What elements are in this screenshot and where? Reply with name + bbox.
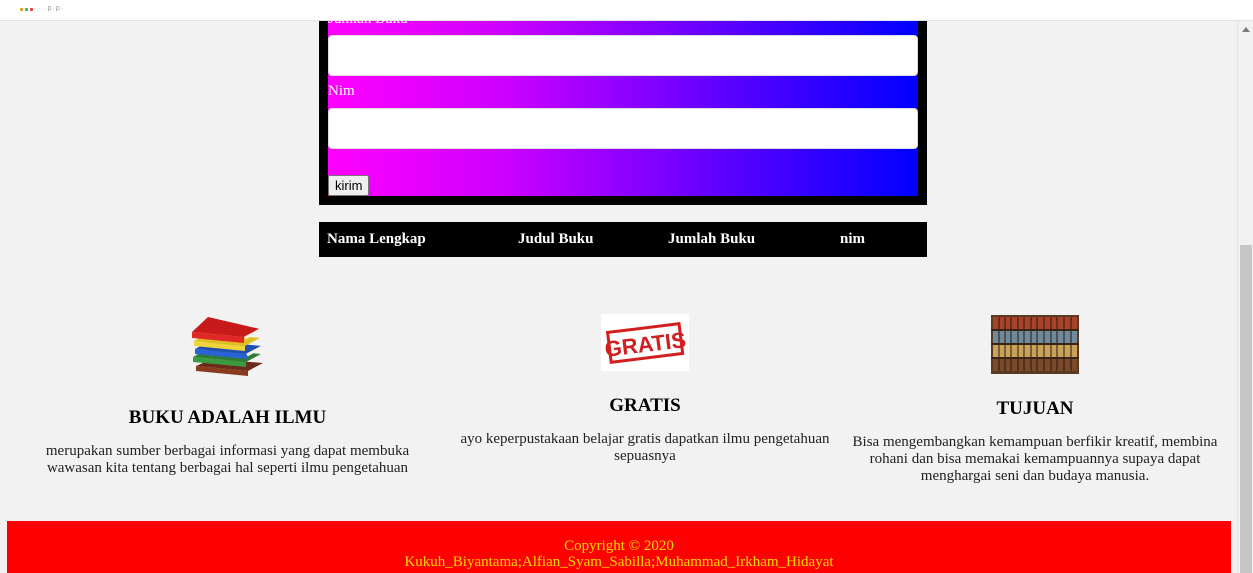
form-gradient-panel: Jumlah Buku Nim kirim <box>328 11 918 196</box>
scrollbar-thumb[interactable] <box>1240 245 1252 573</box>
jumlah-buku-input[interactable] <box>328 35 918 76</box>
column-header-jumlah-buku: Jumlah Buku <box>668 231 756 247</box>
footer-copyright: Copyright © 2020 <box>564 538 674 554</box>
nim-input[interactable] <box>328 108 918 149</box>
footer: Copyright © 2020 Kukuh_Biyantama;Alfian_… <box>7 521 1231 573</box>
feature-description: ayo keperpustakaan belajar gratis dapatk… <box>460 431 830 464</box>
books-stack-icon <box>191 317 263 376</box>
column-header-judul-buku: Judul Buku <box>518 231 594 247</box>
top-bar-label: · ·p·p· <box>38 5 65 12</box>
vertical-scrollbar[interactable] <box>1237 21 1253 573</box>
footer-authors: Kukuh_Biyantama;Alfian_Syam_Sabilla;Muha… <box>404 554 834 570</box>
feature-tujuan: TUJUAN Bisa mengembangkan kemampuan berf… <box>848 315 1222 485</box>
scroll-up-arrow-icon[interactable] <box>1242 27 1250 32</box>
feature-description: Bisa mengembangkan kemampuan berfikir kr… <box>852 434 1218 484</box>
column-header-nama-lengkap: Nama Lengkap <box>327 231 426 247</box>
column-header-nim: nim <box>840 231 866 247</box>
book-form: Jumlah Buku Nim kirim <box>319 11 927 205</box>
app-dots-icon <box>20 8 34 12</box>
feature-gratis: GRATIS GRATIS ayo keperpustakaan belajar… <box>460 314 830 465</box>
kirim-button[interactable]: kirim <box>328 175 370 196</box>
feature-title: GRATIS <box>609 395 681 416</box>
feature-description: merupakan sumber berbagai informasi yang… <box>45 443 410 476</box>
feature-title: BUKU ADALAH ILMU <box>128 407 327 428</box>
feature-title: TUJUAN <box>996 398 1074 419</box>
bookshelf-icon <box>991 315 1079 374</box>
nim-label: Nim <box>328 83 355 99</box>
jumlah-buku-label: Jumlah Buku <box>328 11 408 27</box>
top-bar: · ·p·p· <box>0 0 1253 21</box>
feature-buku-adalah-ilmu: BUKU ADALAH ILMU merupakan sumber berbag… <box>41 315 414 477</box>
gratis-stamp-icon: GRATIS <box>601 314 689 371</box>
data-table-header: Nama Lengkap Judul Buku Jumlah Buku nim <box>319 222 927 257</box>
